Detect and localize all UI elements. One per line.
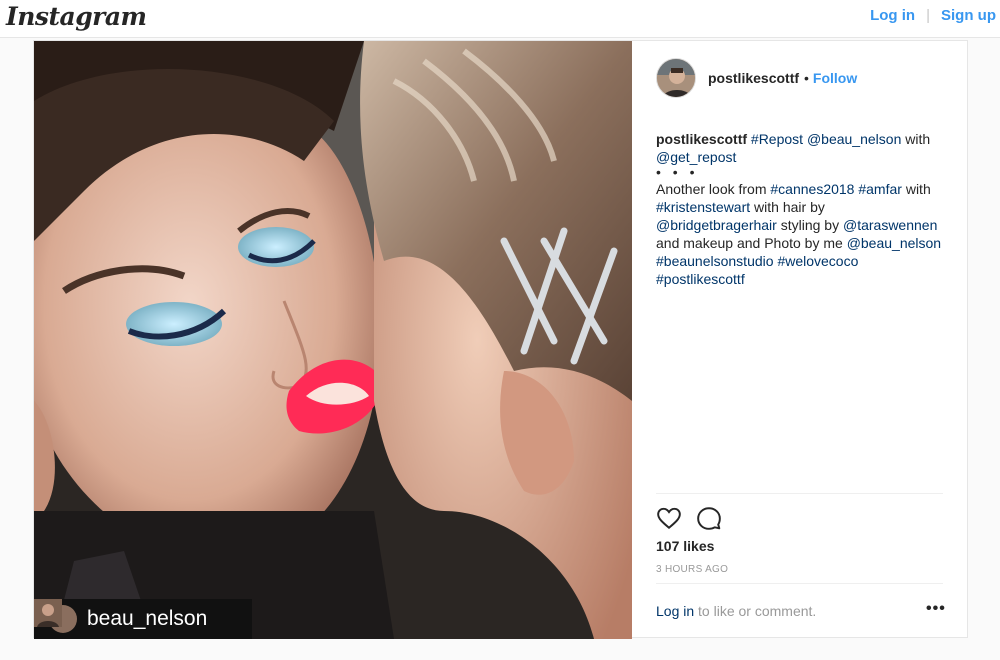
post-photo[interactable]: beau_nelson	[34, 41, 632, 639]
caption-body: Another look from #cannes2018 #amfar wit…	[656, 181, 942, 287]
mention-link[interactable]: @beau_nelson	[807, 131, 901, 147]
photo-credit-tag: beau_nelson	[34, 599, 252, 639]
bullet-separator: •	[804, 70, 809, 86]
heart-icon[interactable]	[656, 505, 682, 531]
likes-count[interactable]: 107 likes	[656, 538, 714, 554]
more-icon[interactable]: •••	[926, 600, 946, 618]
mention-link[interactable]: @get_repost	[656, 149, 736, 165]
follow-button[interactable]: Follow	[813, 70, 857, 86]
post-actions	[656, 505, 736, 531]
caption-dots: • • •	[656, 164, 699, 180]
hashtag-link[interactable]: #kristenstewart	[656, 199, 750, 215]
comment-prompt: Log in to like or comment.	[656, 603, 817, 619]
top-bar: Instagram Log in | Sign up	[0, 0, 1000, 38]
caption-username[interactable]: postlikescottf	[656, 131, 747, 147]
hashtag-link[interactable]: #cannes2018	[770, 181, 854, 197]
post-caption: postlikescottf #Repost @beau_nelson with…	[656, 130, 946, 288]
mention-link[interactable]: @bridgetbragerhair	[656, 217, 777, 233]
avatar	[34, 599, 77, 633]
mention-link[interactable]: @beau_nelson	[847, 235, 941, 251]
divider	[656, 583, 943, 584]
signup-link[interactable]: Sign up	[941, 7, 996, 24]
post-header: postlikescottf • Follow	[656, 58, 857, 98]
hashtag-link[interactable]: #postlikescottf	[656, 271, 745, 287]
comment-login-link[interactable]: Log in	[656, 603, 694, 619]
post-sidebar: postlikescottf • Follow postlikescottf #…	[632, 41, 967, 637]
divider	[656, 493, 943, 494]
post-card: beau_nelson postlikescottf • Follow post…	[33, 40, 968, 639]
login-link[interactable]: Log in	[870, 7, 915, 24]
hashtag-link[interactable]: #amfar	[858, 181, 902, 197]
post-username[interactable]: postlikescottf	[708, 70, 799, 86]
hashtag-link[interactable]: #Repost	[751, 131, 803, 147]
instagram-logo[interactable]: Instagram	[6, 2, 147, 31]
photo-credit-username: beau_nelson	[87, 607, 208, 630]
caption-line-1: postlikescottf #Repost @beau_nelson with…	[656, 131, 931, 165]
auth-links: Log in | Sign up	[870, 7, 996, 24]
photo-illustration	[34, 41, 632, 639]
post-timestamp: 3 HOURS AGO	[656, 564, 729, 575]
hashtag-link[interactable]: #beaunelsonstudio	[656, 253, 774, 269]
auth-separator: |	[926, 7, 930, 24]
hashtag-link[interactable]: #welovecoco	[777, 253, 858, 269]
comment-icon[interactable]	[696, 505, 722, 531]
avatar[interactable]	[656, 58, 696, 98]
mention-link[interactable]: @taraswennen	[843, 217, 937, 233]
